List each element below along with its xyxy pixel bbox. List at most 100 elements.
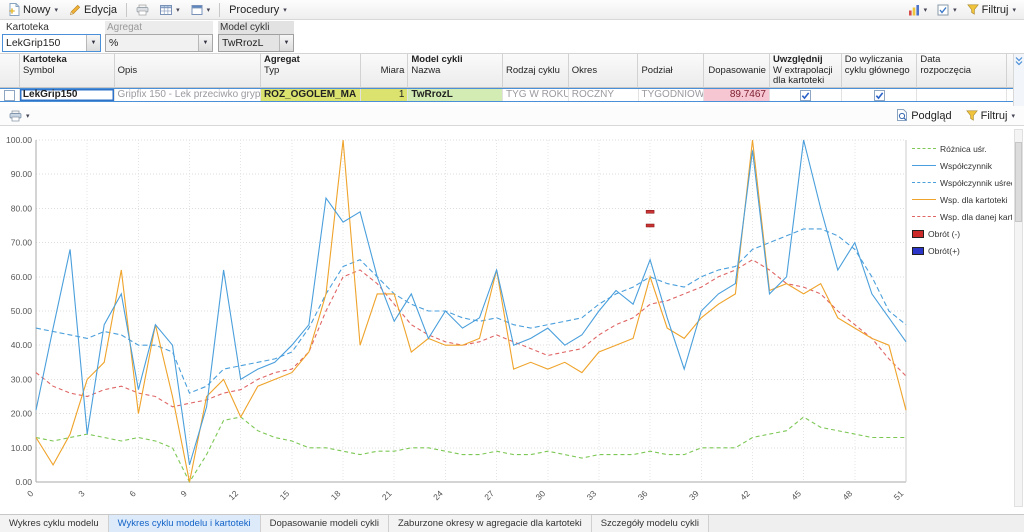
view-options-button[interactable]: ▾ [932, 1, 962, 18]
chevron-down-icon[interactable]: ▼ [198, 35, 212, 51]
chart-filter-button[interactable]: Filtruj ▾ [961, 107, 1020, 124]
cell-uwzglednij[interactable] [770, 89, 842, 101]
row-select-checkbox[interactable] [3, 89, 15, 101]
scrollbar-thumb[interactable] [1015, 142, 1022, 222]
model-cykli-select[interactable]: TwRrozL ▼ [218, 34, 294, 52]
column-header-rodzaj_cyklu[interactable]: Rodzaj cyklu [503, 54, 569, 88]
cell-nazwa[interactable]: TwRrozL [408, 89, 504, 101]
column-group-label [364, 55, 405, 66]
legend-item-7[interactable]: Obrót(+) [912, 242, 1012, 259]
chart-vertical-scrollbar[interactable] [1014, 129, 1023, 507]
svg-text:70.00: 70.00 [11, 238, 33, 248]
svg-text:51: 51 [892, 488, 906, 502]
svg-text:15: 15 [278, 488, 292, 502]
legend-item-3[interactable]: Współczynnik uśredniony [912, 174, 1012, 191]
filter-button[interactable]: Filtruj ▾ [962, 1, 1021, 18]
cell-do_wyliczania[interactable] [842, 89, 918, 101]
column-header-do_wyliczania[interactable]: Do wyliczania cyklu głównego [841, 54, 918, 88]
legend-item-2[interactable]: Współczynnik [912, 157, 1012, 174]
cell-data_rozpoczecia[interactable] [917, 89, 1008, 101]
procedures-button-label: Procedury [229, 3, 280, 16]
chevron-down-icon: ▾ [54, 6, 59, 14]
chart-toolbar-right-group: Podgląd Filtruj ▾ [891, 107, 1020, 124]
printer-icon [136, 4, 149, 16]
grid-views-button[interactable]: ▾ [155, 1, 185, 18]
tab-4[interactable]: Zaburzone okresy w agregacie dla kartote… [388, 515, 592, 532]
model-cykli-selected-value: TwRrozL [222, 37, 264, 49]
svg-text:27: 27 [482, 488, 496, 502]
cell-okres[interactable]: ROCZNY [569, 89, 639, 101]
procedures-button[interactable]: Procedury ▾ [224, 1, 292, 18]
column-header-sel[interactable] [0, 54, 20, 88]
grid-scroll-rail[interactable] [1013, 54, 1024, 106]
tab-2[interactable]: Wykres cyklu modelu i kartoteki [108, 515, 261, 532]
column-label: Rodzaj cyklu [506, 64, 560, 76]
tab-1[interactable]: Wykres cyklu modelu [0, 515, 109, 532]
print-button[interactable] [131, 1, 154, 18]
column-header-okres[interactable]: Okres [568, 54, 639, 88]
column-header-podzial[interactable]: Podział [638, 54, 705, 88]
column-header-uwzglednij[interactable]: Uwzględnij W extrapolacji dla kartoteki [769, 54, 842, 88]
kartoteka-label: Kartoteka [6, 22, 49, 33]
tab-5[interactable]: Szczegóły modelu cykli [591, 515, 709, 532]
cell-typ[interactable]: ROZ_OGOLEM_MA [260, 89, 361, 101]
double-chevron-down-icon[interactable] [1014, 56, 1024, 69]
cell-miara[interactable]: 1 [360, 89, 409, 101]
column-group-label: Kartoteka [22, 54, 67, 65]
cycle-model-chart: 0.00 10.00 20.00 30.00 40.00 50.00 60.00 70.00 8… [6, 135, 907, 502]
uwzglednij-checkbox[interactable] [799, 89, 811, 101]
column-header-data_rozpoczecia[interactable]: Data rozpoczęcia [917, 54, 1008, 88]
grid-selected-row[interactable]: LekGrip150 Gripfix 150 - Lek przeciwko gr… [0, 88, 1013, 102]
kartoteka-select[interactable]: LekGrip150 ▼ [2, 34, 101, 52]
cell-dopasowanie[interactable]: 89.7467 [704, 89, 770, 101]
cell-symbol[interactable]: LekGrip150 [20, 89, 115, 101]
column-label: Symbol [22, 64, 55, 76]
preview-button-label: Podgląd [911, 109, 952, 122]
statistics-button[interactable]: ▾ [903, 1, 933, 18]
chevron-down-icon: ▾ [26, 112, 30, 120]
agregat-label: Agregat [105, 21, 213, 34]
column-group-label: Agregat [263, 54, 300, 65]
chevron-down-icon: ▾ [176, 6, 180, 14]
column-group-label: Uwzględnij [772, 54, 823, 65]
column-header-nazwa[interactable]: Model cykli Nazwa [408, 54, 503, 88]
cell-rodzaj_cyklu[interactable]: TYG W ROKU [503, 89, 569, 101]
column-label: Miara [380, 64, 405, 76]
tab-3[interactable]: Dopasowanie modeli cykli [260, 515, 389, 532]
tab-bar-filler [709, 515, 1024, 532]
svg-text:90.00: 90.00 [11, 169, 33, 179]
new-button-label: Nowy [23, 3, 51, 16]
column-header-symbol[interactable]: Kartoteka Symbol [19, 54, 115, 88]
column-header-typ[interactable]: Agregat Typ [260, 54, 361, 88]
svg-text:45: 45 [789, 488, 803, 502]
legend-item-1[interactable]: Różnica uśr. [912, 140, 1012, 157]
legend-line-sample [912, 216, 936, 217]
cell-podzial[interactable]: TYGODNIOWY [639, 89, 705, 101]
chevron-down-icon: ▾ [283, 6, 287, 14]
kartoteka-selected-value: LekGrip150 [6, 37, 61, 49]
svg-text:0.00: 0.00 [15, 477, 32, 487]
column-header-miara[interactable]: Miara [360, 54, 409, 88]
chevron-down-icon[interactable]: ▼ [86, 35, 100, 51]
print-chart-button[interactable]: ▾ [4, 107, 35, 124]
svg-text:60.00: 60.00 [11, 272, 33, 282]
column-group-label [506, 55, 565, 66]
legend-item-4[interactable]: Wsp. dla kartoteki [912, 191, 1012, 208]
forms-button[interactable]: ▾ [186, 1, 216, 18]
svg-text:10.00: 10.00 [11, 443, 33, 453]
column-header-dopasowanie[interactable]: Dopasowanie [704, 54, 770, 88]
cell-opis[interactable]: Gripfix 150 - Lek przeciwko grypie [115, 89, 261, 101]
column-label: W extrapolacji dla kartoteki [772, 64, 833, 86]
chart-area: 0.00 10.00 20.00 30.00 40.00 50.00 60.00 70.00 8… [0, 126, 1024, 514]
chevron-down-icon[interactable]: ▼ [279, 35, 293, 51]
preview-button[interactable]: Podgląd [891, 107, 956, 124]
do_wyliczania-checkbox[interactable] [873, 89, 885, 101]
legend-item-6[interactable]: Obrót (-) [912, 225, 1012, 242]
cell-sel[interactable] [0, 89, 20, 101]
legend-item-5[interactable]: Wsp. dla danej kartoteki u... [912, 208, 1012, 225]
new-button[interactable]: Nowy ▾ [3, 1, 63, 18]
edit-button[interactable]: Edycja [64, 1, 122, 18]
agregat-select[interactable]: % ▼ [105, 34, 213, 52]
column-header-opis[interactable]: Opis [114, 54, 261, 88]
agregat-selected-value: % [109, 37, 119, 49]
